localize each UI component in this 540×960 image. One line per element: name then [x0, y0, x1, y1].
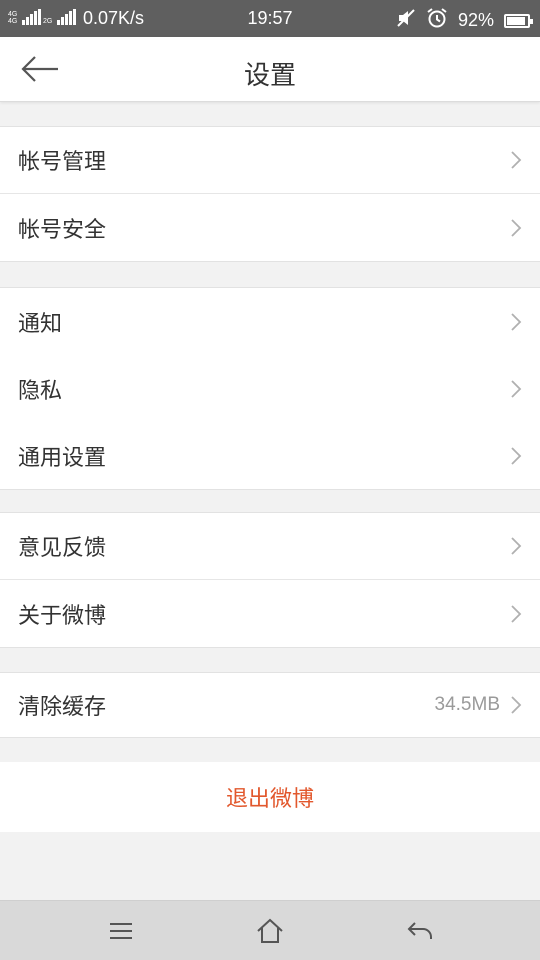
- settings-item-privacy[interactable]: 隐私: [0, 355, 540, 422]
- settings-item-account-management[interactable]: 帐号管理: [0, 127, 540, 194]
- nav-home-button[interactable]: [250, 913, 290, 949]
- signal-indicators: 4G 4G 2G: [8, 9, 76, 25]
- menu-icon: [110, 923, 132, 939]
- home-icon: [257, 918, 283, 943]
- chevron-right-icon: [510, 695, 522, 715]
- signal-strength-icon: [22, 9, 41, 25]
- chevron-right-icon: [510, 446, 522, 466]
- cache-size-value: 34.5MB: [434, 694, 500, 715]
- settings-item-general[interactable]: 通用设置: [0, 422, 540, 489]
- back-icon: [407, 922, 432, 939]
- settings-group-preferences: 通知 隐私 通用设置: [0, 287, 540, 490]
- network-type-label: 4G 4G: [8, 11, 18, 25]
- back-button[interactable]: [18, 51, 62, 87]
- network-type-label-2: 2G: [43, 18, 53, 25]
- settings-item-clear-cache[interactable]: 清除缓存 34.5MB: [0, 673, 540, 737]
- settings-item-about-weibo[interactable]: 关于微博: [0, 580, 540, 647]
- alarm-icon: [426, 7, 448, 34]
- system-navigation-bar: [0, 900, 540, 960]
- settings-item-label: 帐号安全: [18, 217, 107, 243]
- chevron-right-icon: [510, 150, 522, 170]
- mute-icon: [396, 8, 416, 33]
- settings-item-label: 清除缓存: [18, 695, 107, 720]
- chevron-right-icon: [510, 379, 522, 399]
- arrow-left-icon: [21, 56, 58, 82]
- settings-item-account-security[interactable]: 帐号安全: [0, 194, 540, 261]
- settings-item-feedback[interactable]: 意见反馈: [0, 513, 540, 580]
- settings-item-label: 隐私: [18, 378, 63, 404]
- signal-strength-icon-2: [57, 9, 76, 25]
- logout-label: 退出微博: [225, 787, 314, 812]
- battery-icon: [504, 13, 533, 28]
- settings-item-label: 帐号管理: [18, 150, 107, 175]
- chevron-right-icon: [510, 536, 522, 556]
- battery-percent: 92%: [457, 10, 494, 30]
- settings-group-about: 意见反馈 关于微博: [0, 512, 540, 648]
- settings-item-label: 通知: [18, 311, 63, 337]
- app-header: 设置: [0, 37, 540, 102]
- chevron-right-icon: [510, 218, 522, 238]
- chevron-right-icon: [510, 604, 522, 624]
- settings-item-label: 关于微博: [18, 603, 107, 629]
- settings-group-cache: 清除缓存 34.5MB: [0, 672, 540, 738]
- settings-group-account: 帐号管理 帐号安全: [0, 126, 540, 262]
- nav-menu-button[interactable]: [101, 913, 141, 949]
- network-speed: 0.07K/s: [83, 8, 145, 28]
- settings-item-notifications[interactable]: 通知: [0, 288, 540, 355]
- nav-back-button[interactable]: [400, 913, 440, 949]
- settings-item-label: 意见反馈: [18, 536, 107, 561]
- logout-button[interactable]: 退出微博: [0, 762, 540, 832]
- status-bar: 4G 4G 2G 0.07K/s 19:57 92%: [0, 0, 540, 37]
- status-right-icons: 92%: [396, 7, 533, 34]
- chevron-right-icon: [510, 312, 522, 332]
- page-title: 设置: [243, 61, 296, 91]
- settings-item-label: 通用设置: [18, 445, 107, 471]
